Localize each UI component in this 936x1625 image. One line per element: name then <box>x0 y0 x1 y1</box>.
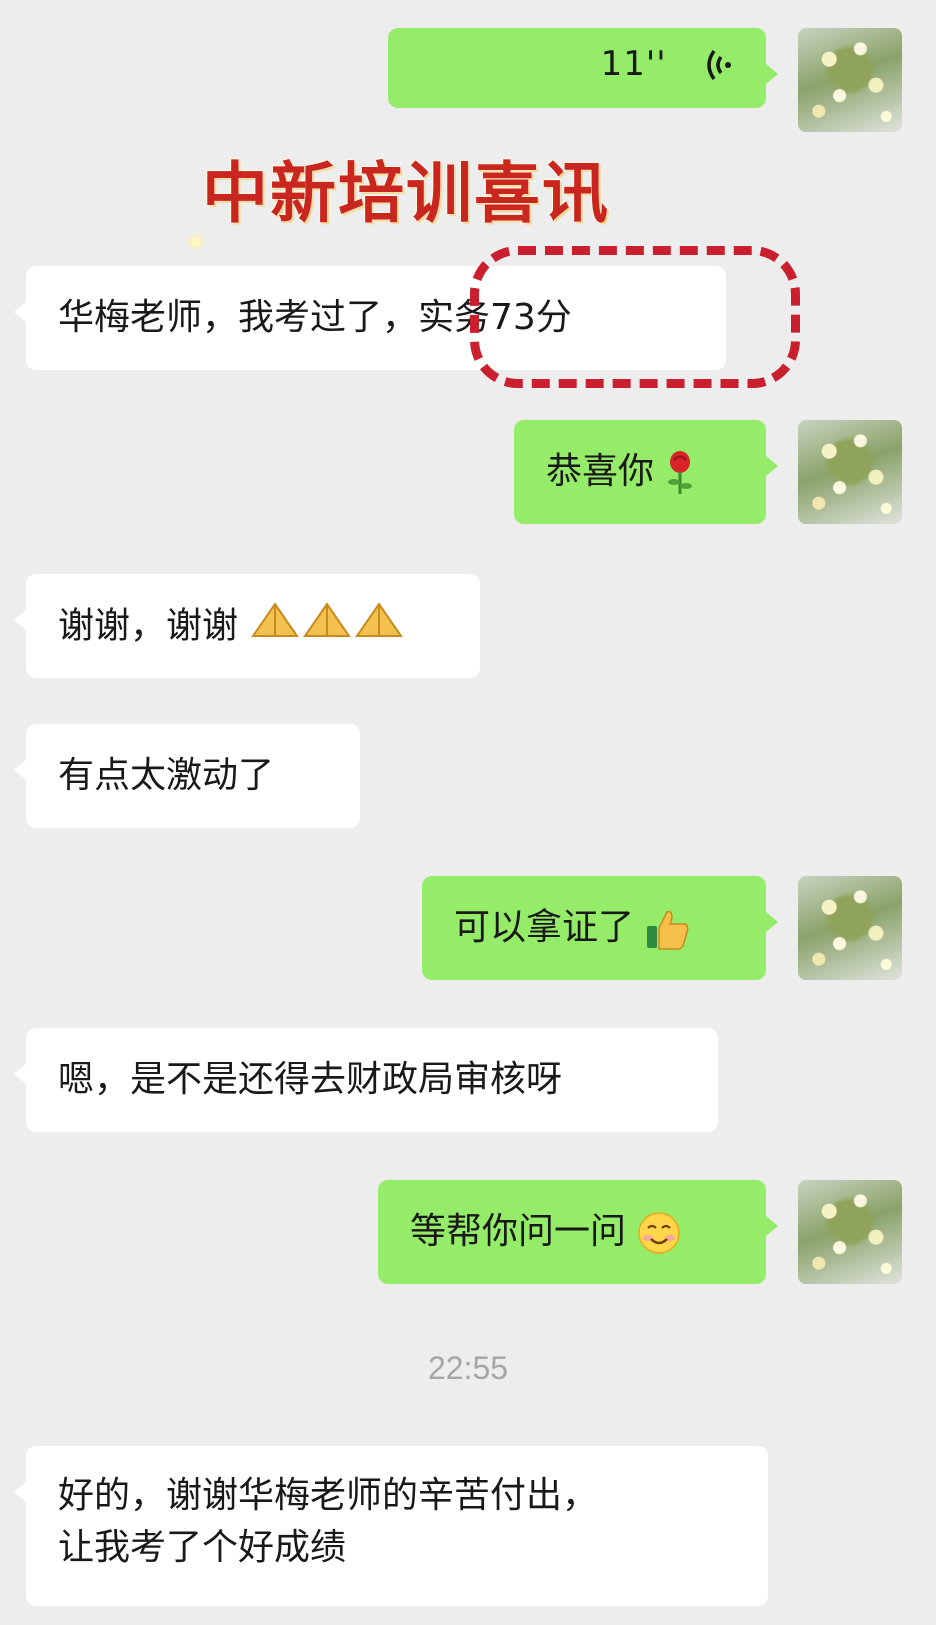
my-avatar[interactable] <box>798 28 902 132</box>
message-text: 恭喜你 <box>546 451 655 492</box>
sparkle-decoration <box>186 232 206 252</box>
rose-emoji <box>668 451 693 494</box>
incoming-message[interactable]: 好的，谢谢华梅老师的辛苦付出， 让我考了个好成绩 <box>14 1446 768 1606</box>
outgoing-message[interactable]: 等帮你问一问 <box>378 1180 778 1284</box>
message-text: 嗯，是不是还得去财政局审核呀 <box>58 1059 563 1100</box>
folded-hands-emoji <box>249 600 405 655</box>
incoming-message[interactable]: 嗯，是不是还得去财政局审核呀 <box>14 1028 718 1132</box>
message-text-line: 好的，谢谢华梅老师的辛苦付出， <box>58 1475 599 1516</box>
message-text: 有点太激动了 <box>58 755 275 796</box>
message-text-line: 让我考了个好成绩 <box>58 1527 347 1568</box>
my-avatar[interactable] <box>798 420 902 524</box>
my-avatar[interactable] <box>798 1180 902 1284</box>
promo-title: 中新培训喜讯 <box>202 154 610 232</box>
thumbs-up-emoji <box>647 910 689 950</box>
incoming-message[interactable]: 谢谢，谢谢 <box>14 574 480 678</box>
my-avatar[interactable] <box>798 876 902 980</box>
message-text: 可以拿证了 <box>454 907 635 948</box>
outgoing-message[interactable]: 恭喜你 <box>514 420 778 524</box>
score-highlight-circle <box>470 246 800 388</box>
outgoing-message[interactable]: 可以拿证了 <box>422 876 778 980</box>
voice-message-bubble[interactable]: 11'' <box>388 28 778 108</box>
voice-wave-icon <box>707 49 731 81</box>
message-text: 谢谢，谢谢 <box>58 605 239 647</box>
message-text: 等帮你问一问 <box>410 1211 627 1252</box>
voice-duration: 11'' <box>600 44 667 84</box>
chat-view: 11'' 中新培训喜讯 华梅老师，我考过了，实务73分 恭喜你 谢谢，谢谢 有点… <box>0 0 936 1625</box>
smile-emoji <box>638 1212 681 1254</box>
message-timestamp: 22:55 <box>427 1350 509 1386</box>
incoming-message[interactable]: 有点太激动了 <box>14 724 360 828</box>
